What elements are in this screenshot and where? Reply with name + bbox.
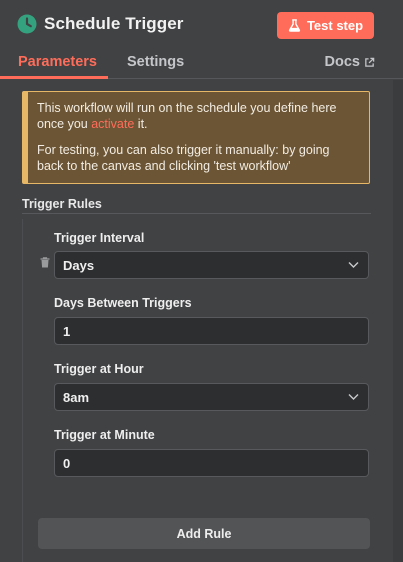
days-between-label: Days Between Triggers	[54, 296, 192, 310]
tab-bar: Parameters Settings Docs	[0, 50, 403, 79]
trigger-hour-label: Trigger at Hour	[54, 362, 144, 376]
trigger-interval-select[interactable]: Days	[54, 251, 369, 279]
trigger-interval-value: Days	[63, 257, 95, 273]
tab-settings[interactable]: Settings	[127, 54, 184, 70]
add-rule-button[interactable]: Add Rule	[38, 518, 370, 549]
flask-icon	[288, 19, 301, 32]
trigger-hour-select[interactable]: 8am	[54, 383, 369, 411]
test-step-button[interactable]: Test step	[277, 12, 374, 39]
notice-suffix: it.	[134, 117, 148, 131]
days-between-value: 1	[63, 323, 71, 339]
trash-icon[interactable]	[40, 257, 50, 268]
chevron-down-icon	[348, 394, 359, 400]
trigger-interval-label: Trigger Interval	[54, 231, 145, 245]
node-title: Schedule Trigger	[44, 14, 184, 33]
chevron-down-icon	[348, 262, 359, 268]
tab-parameters[interactable]: Parameters	[18, 54, 97, 70]
section-divider	[22, 213, 371, 214]
node-header: Schedule Trigger Test step	[0, 0, 403, 50]
parameters-panel: This workflow will run on the schedule y…	[0, 80, 403, 562]
notice-text-2: For testing, you can also trigger it man…	[37, 143, 330, 173]
trigger-rules-title: Trigger Rules	[22, 197, 102, 211]
activation-notice: This workflow will run on the schedule y…	[22, 91, 370, 184]
docs-link[interactable]: Docs	[325, 54, 375, 70]
trigger-minute-input[interactable]: 0	[54, 449, 369, 477]
external-link-icon	[365, 57, 375, 67]
trigger-minute-label: Trigger at Minute	[54, 428, 155, 442]
active-tab-indicator	[0, 76, 108, 79]
trigger-hour-value: 8am	[63, 389, 90, 405]
clock-icon	[17, 14, 37, 34]
docs-label: Docs	[324, 54, 360, 70]
days-between-input[interactable]: 1	[54, 317, 369, 345]
notice-text-1: This workflow will run on the schedule y…	[37, 100, 359, 132]
notice-prefix: This workflow will run on the schedule y…	[37, 101, 337, 131]
test-step-label: Test step	[306, 18, 364, 33]
trigger-minute-value: 0	[63, 455, 71, 471]
activate-link[interactable]: activate	[91, 117, 134, 131]
